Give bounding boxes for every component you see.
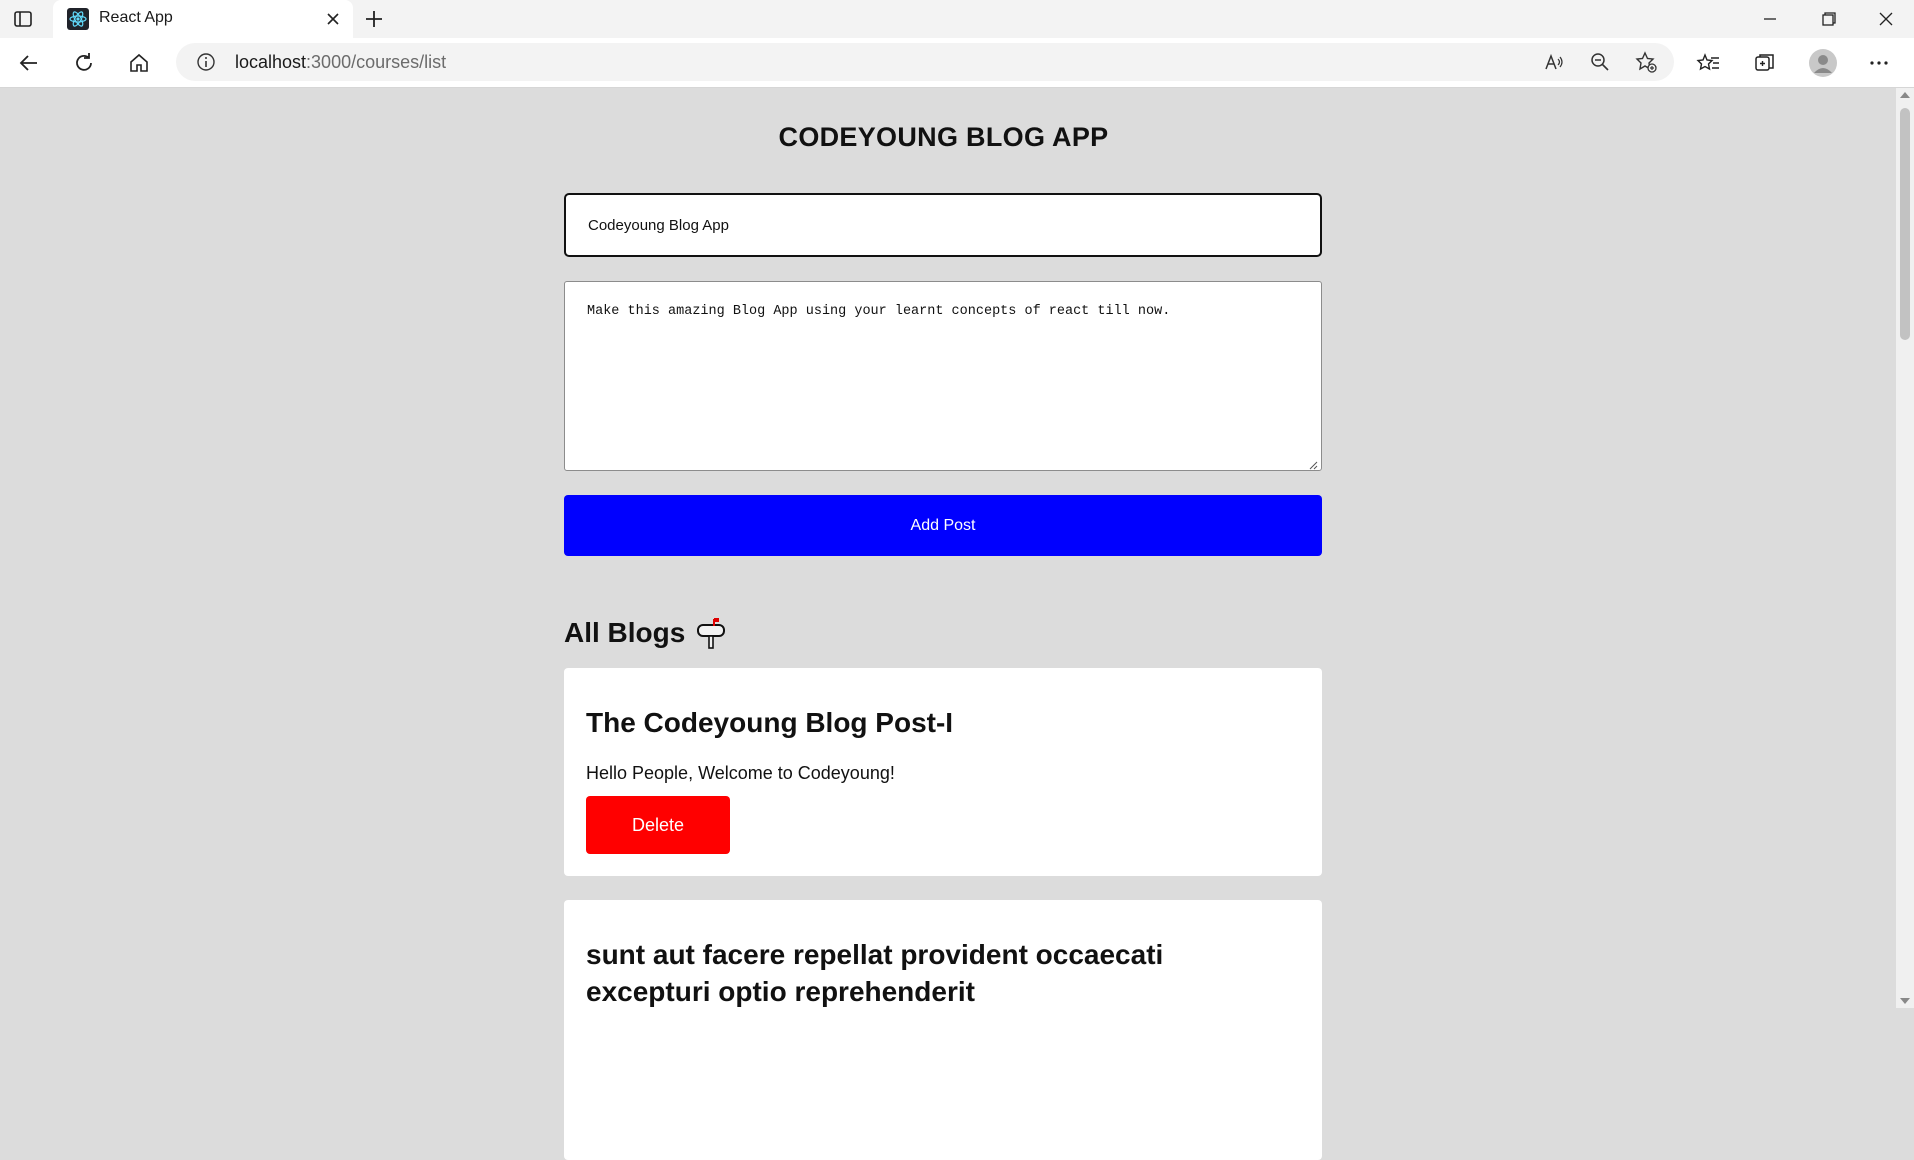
- post-title: sunt aut facere repellat provident occae…: [586, 939, 1164, 1007]
- add-post-button[interactable]: Add Post: [564, 495, 1322, 556]
- scroll-thumb[interactable]: [1900, 108, 1910, 340]
- mailbox-icon: [695, 616, 729, 650]
- scroll-down-icon[interactable]: [1900, 998, 1910, 1004]
- home-icon[interactable]: [126, 50, 152, 76]
- title-input[interactable]: [564, 193, 1322, 257]
- react-icon: [67, 8, 89, 30]
- zoom-out-icon[interactable]: [1588, 50, 1612, 74]
- app-title: CODEYOUNG BLOG APP: [778, 122, 1109, 152]
- tab-title: React App: [99, 9, 173, 26]
- blog-post-card: sunt aut facere repellat provident occae…: [564, 900, 1322, 1160]
- all-blogs-label: All Blogs: [564, 617, 686, 648]
- page-viewport: CODEYOUNG BLOG APP Make this amazing Blo…: [0, 88, 1896, 1160]
- vertical-scrollbar[interactable]: [1896, 88, 1914, 1008]
- more-icon[interactable]: [1866, 50, 1892, 76]
- restore-icon[interactable]: [1816, 8, 1840, 30]
- browser-titlebar: React App: [0, 0, 1914, 38]
- scroll-up-icon[interactable]: [1900, 92, 1910, 98]
- close-icon[interactable]: [323, 9, 343, 29]
- collections-icon[interactable]: [1752, 50, 1778, 76]
- post-body: Hello People, Welcome to Codeyoung!: [586, 763, 895, 783]
- description-textarea[interactable]: Make this amazing Blog App using your le…: [564, 281, 1322, 471]
- close-window-icon[interactable]: [1874, 8, 1898, 30]
- blog-post-card: The Codeyoung Blog Post-I Hello People, …: [564, 668, 1322, 876]
- read-aloud-icon[interactable]: [1542, 50, 1566, 74]
- address-bar[interactable]: localhost:3000/courses/list: [176, 43, 1674, 81]
- url-text[interactable]: localhost:3000/courses/list: [235, 52, 446, 73]
- all-blogs-heading: All Blogs: [564, 616, 729, 650]
- browser-tab[interactable]: React App: [53, 0, 353, 38]
- resize-grip-icon[interactable]: [1308, 457, 1318, 470]
- back-arrow-icon[interactable]: [16, 50, 42, 76]
- add-favorite-icon[interactable]: [1634, 50, 1658, 74]
- post-title: The Codeyoung Blog Post-I: [586, 707, 954, 738]
- delete-button[interactable]: Delete: [586, 796, 730, 854]
- browser-toolbar: localhost:3000/courses/list: [0, 38, 1914, 88]
- profile-icon[interactable]: [1808, 48, 1838, 78]
- favorites-icon[interactable]: [1696, 50, 1722, 76]
- tab-actions-icon[interactable]: [12, 8, 34, 30]
- minimize-icon[interactable]: [1758, 8, 1782, 30]
- refresh-icon[interactable]: [71, 50, 97, 76]
- info-icon[interactable]: [194, 50, 218, 74]
- plus-icon[interactable]: [362, 7, 386, 31]
